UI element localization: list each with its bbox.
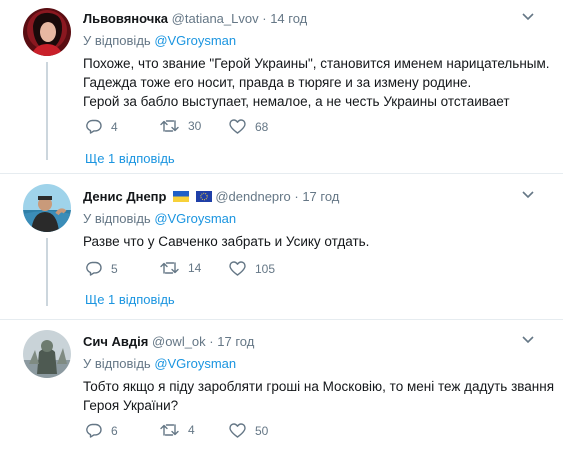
ukraine-flag-icon — [173, 191, 190, 202]
tweet-3[interactable]: Сич Авдія @owl_ok · 17 год У відповідь @… — [0, 320, 563, 453]
mention-link[interactable]: @VGroysman — [154, 33, 236, 48]
avatar[interactable] — [23, 184, 71, 232]
like-count: 50 — [255, 423, 269, 438]
timestamp[interactable]: 17 год — [217, 334, 254, 349]
tweet-text: Разве что у Савченко забрать и Усику отд… — [83, 232, 543, 251]
tweet-text: Тобто якщо я піду заробляти гроші на Мос… — [83, 377, 555, 415]
reply-button[interactable]: 5 — [86, 261, 118, 276]
reply-count: 5 — [111, 261, 118, 276]
user-handle[interactable]: @owl_ok — [152, 334, 206, 349]
mention-link[interactable]: @VGroysman — [154, 356, 236, 371]
reply-button[interactable]: 4 — [86, 119, 118, 134]
retweet-button[interactable]: 4 — [160, 423, 195, 437]
replying-to: У відповідь @VGroysman — [83, 356, 236, 371]
like-button[interactable]: 50 — [229, 423, 268, 438]
timestamp[interactable]: 14 год — [270, 11, 307, 26]
show-more-replies-link[interactable]: Ще 1 відповідь — [85, 292, 175, 307]
heart-icon — [229, 423, 246, 438]
mention-link[interactable]: @VGroysman — [154, 211, 236, 226]
retweet-count: 4 — [188, 423, 195, 437]
separator-dot: · — [209, 334, 214, 349]
tweet-text: Похоже, что звание "Герой Украины", стан… — [83, 54, 550, 111]
user-handle[interactable]: @tatiana_Lvov — [172, 11, 259, 26]
like-button[interactable]: 68 — [229, 119, 268, 134]
replying-label: У відповідь — [83, 33, 151, 48]
tweet-2[interactable]: Денис Днепр @dendnepro · 17 год У відпов… — [0, 174, 563, 319]
reply-icon — [86, 261, 102, 276]
reply-icon — [86, 423, 102, 438]
tweet-text-line: Тобто якщо я піду заробляти гроші на Мос… — [83, 379, 555, 394]
retweet-button[interactable]: 14 — [160, 261, 201, 275]
user-handle[interactable]: @dendnepro — [215, 189, 290, 204]
tweet-text-line: Героя України? — [83, 398, 179, 413]
separator-dot: · — [262, 11, 267, 26]
retweet-icon — [160, 120, 179, 132]
eu-flag-icon — [195, 191, 212, 202]
replying-label: У відповідь — [83, 211, 151, 226]
replying-to: У відповідь @VGroysman — [83, 33, 236, 48]
retweet-count: 30 — [188, 119, 202, 133]
reply-count: 4 — [111, 119, 118, 134]
chevron-down-icon[interactable] — [522, 13, 534, 21]
avatar[interactable] — [23, 8, 71, 56]
tweet-header: Денис Днепр @dendnepro · 17 год — [83, 189, 339, 204]
chevron-down-icon[interactable] — [522, 191, 534, 199]
separator-dot: · — [294, 189, 299, 204]
user-name[interactable]: Львовяночка — [83, 11, 168, 26]
tweet-text-line: Разве что у Савченко забрать и Усику отд… — [83, 234, 370, 249]
tweet-1[interactable]: Львовяночка @tatiana_Lvov · 14 год У від… — [0, 0, 563, 173]
like-count: 105 — [255, 261, 276, 276]
thread-line — [46, 238, 48, 306]
retweet-icon — [160, 424, 179, 436]
like-button[interactable]: 105 — [229, 261, 275, 276]
tweet-header: Львовяночка @tatiana_Lvov · 14 год — [83, 11, 307, 26]
user-name[interactable]: Сич Авдія — [83, 334, 148, 349]
heart-icon — [229, 119, 246, 134]
thread-line — [46, 62, 48, 160]
reply-count: 6 — [111, 423, 118, 438]
tweet-text-line: Герой за бабло выступает, немалое, а не … — [83, 94, 510, 109]
tweet-header: Сич Авдія @owl_ok · 17 год — [83, 334, 254, 349]
retweet-count: 14 — [188, 261, 202, 275]
show-more-replies-link[interactable]: Ще 1 відповідь — [85, 151, 175, 166]
user-name[interactable]: Денис Днепр — [83, 189, 166, 204]
reply-button[interactable]: 6 — [86, 423, 118, 438]
chevron-down-icon[interactable] — [522, 336, 534, 344]
retweet-icon — [160, 262, 179, 274]
replying-label: У відповідь — [83, 356, 151, 371]
tweet-text-line: Похоже, что звание "Герой Украины", стан… — [83, 56, 550, 71]
reply-icon — [86, 119, 102, 134]
like-count: 68 — [255, 119, 269, 134]
avatar[interactable] — [23, 330, 71, 378]
tweet-text-line: Гадежда тоже его носит, правда в тюряге … — [83, 75, 472, 90]
heart-icon — [229, 261, 246, 276]
retweet-button[interactable]: 30 — [160, 119, 201, 133]
timestamp[interactable]: 17 год — [302, 189, 339, 204]
replying-to: У відповідь @VGroysman — [83, 211, 236, 226]
